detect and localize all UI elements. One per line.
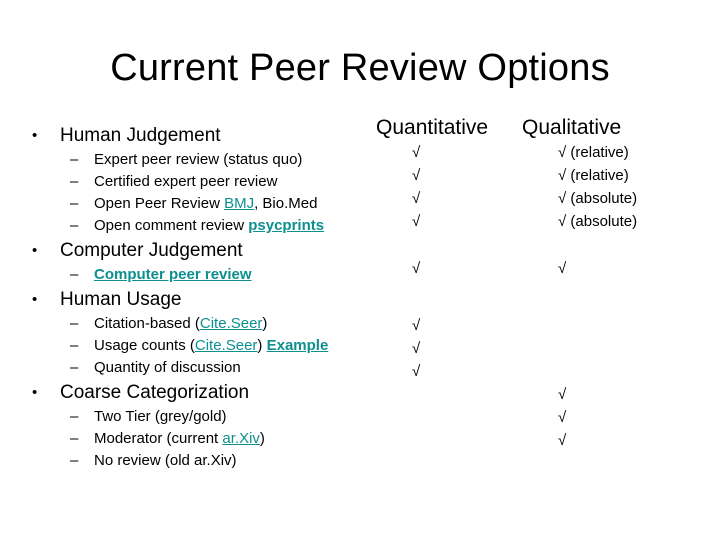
- quantitative-check-expert-peer-review: √: [412, 144, 421, 161]
- quantitative-check-usage-counts: √: [412, 340, 421, 357]
- outline-item-text: Moderator (current: [94, 430, 223, 447]
- quantitative-check-open-peer-review: √: [412, 190, 421, 207]
- bullet-icon: •: [32, 291, 38, 308]
- quantitative-check-certified-expert: √: [412, 167, 421, 184]
- quantitative-check-computer-peer-review: √: [412, 260, 421, 277]
- outline-item: – Expert peer review (status quo): [24, 149, 384, 171]
- dash-icon: –: [70, 173, 79, 190]
- review-matrix: Quantitative Qualitative √ √ (relative) √ √…: [372, 115, 720, 455]
- qualitative-check-coarse-heading: √: [558, 386, 567, 403]
- outline-link[interactable]: ar.Xiv: [222, 430, 260, 447]
- outline-item: – Open Peer Review BMJ, Bio.Med: [24, 193, 384, 215]
- outline-link[interactable]: Cite.Seer: [200, 315, 263, 332]
- quantitative-check-quantity-discussion: √: [412, 363, 421, 380]
- outline-heading: • Computer Judgement: [24, 237, 384, 264]
- outline-link[interactable]: psycprints: [248, 217, 324, 234]
- outline-heading-label: Coarse Categorization: [60, 382, 250, 403]
- outline-heading-label: Human Judgement: [60, 125, 221, 146]
- outline-item-text: Expert peer review (status quo): [94, 151, 303, 168]
- bullet-icon: •: [32, 242, 38, 259]
- outline-item-text: ): [262, 315, 268, 332]
- outline-body: • Human Judgement – Expert peer review (sta…: [24, 122, 384, 472]
- outline-heading-label: Computer Judgement: [60, 240, 243, 261]
- outline-item-text: Usage counts (: [94, 337, 195, 354]
- dash-icon: –: [70, 359, 79, 376]
- outline-item-text: Quantity of discussion: [94, 359, 241, 376]
- outline-item-text: No review (old ar.Xiv): [94, 452, 237, 469]
- outline-item-text: ): [257, 337, 267, 354]
- dash-icon: –: [70, 217, 79, 234]
- dash-icon: –: [70, 408, 79, 425]
- outline-group: • Human Usage – Citation-based (Cite.Seer) –…: [24, 286, 384, 379]
- outline-link[interactable]: BMJ: [224, 195, 254, 212]
- outline-item-text: Citation-based (: [94, 315, 200, 332]
- quantitative-check-open-comment-review: √: [412, 213, 421, 230]
- qualitative-check-open-comment-review: √ (absolute): [558, 213, 638, 230]
- outline-item-text: Two Tier (grey/gold): [94, 408, 227, 425]
- outline-heading-label: Human Usage: [60, 289, 182, 310]
- outline-item-text: Open Peer Review: [94, 195, 225, 212]
- qualitative-check-certified-expert: √ (relative): [558, 167, 629, 184]
- dash-icon: –: [70, 151, 79, 168]
- outline-item-text: , Bio.Med: [254, 195, 318, 212]
- outline-heading: • Human Usage: [24, 286, 384, 313]
- bullet-icon: •: [32, 127, 38, 144]
- outline-item: – No review (old ar.Xiv): [24, 450, 384, 472]
- outline-item-text: ): [259, 430, 265, 447]
- outline-heading: • Human Judgement: [24, 122, 384, 149]
- qualitative-check-expert-peer-review: √ (relative): [558, 144, 629, 161]
- outline-group: • Coarse Categorization – Two Tier (grey/go…: [24, 379, 384, 472]
- outline-item: – Open comment review psycprints: [24, 215, 384, 237]
- outline-item: – Moderator (current ar.Xiv): [24, 428, 384, 450]
- bullet-icon: •: [32, 384, 38, 401]
- outline-heading: • Coarse Categorization: [24, 379, 384, 406]
- dash-icon: –: [70, 337, 79, 354]
- column-header-quantitative: Quantitative: [376, 116, 489, 139]
- outline-item-text: Open comment review: [94, 217, 249, 234]
- page-title: Current Peer Review Options: [110, 47, 610, 89]
- qualitative-check-computer-peer-review: √: [558, 260, 567, 277]
- outline-item: – Computer peer review: [24, 264, 384, 286]
- outline-item: – Usage counts (Cite.Seer) Example: [24, 335, 384, 357]
- dash-icon: –: [70, 452, 79, 469]
- outline-item: – Certified expert peer review: [24, 171, 384, 193]
- outline-group: • Computer Judgement – Computer peer review: [24, 237, 384, 286]
- qualitative-check-moderator: √: [558, 432, 567, 449]
- outline-link[interactable]: Cite.Seer: [195, 337, 258, 354]
- outline-link[interactable]: Example: [267, 337, 329, 354]
- qualitative-check-two-tier: √: [558, 409, 567, 426]
- qualitative-check-open-peer-review: √ (absolute): [558, 190, 638, 207]
- quantitative-check-citation-based: √: [412, 317, 421, 334]
- outline-link[interactable]: Computer peer review: [94, 266, 252, 283]
- dash-icon: –: [70, 430, 79, 447]
- outline-item: – Two Tier (grey/gold): [24, 406, 384, 428]
- outline-group: • Human Judgement – Expert peer review (sta…: [24, 122, 384, 237]
- dash-icon: –: [70, 195, 79, 212]
- dash-icon: –: [70, 266, 79, 283]
- outline-item: – Citation-based (Cite.Seer): [24, 313, 384, 335]
- outline-item: – Quantity of discussion: [24, 357, 384, 379]
- slide-canvas: Current Peer Review Options • Human Judge…: [0, 0, 720, 540]
- dash-icon: –: [70, 315, 79, 332]
- outline-item-text: Certified expert peer review: [94, 173, 278, 190]
- column-header-qualitative: Qualitative: [522, 116, 622, 139]
